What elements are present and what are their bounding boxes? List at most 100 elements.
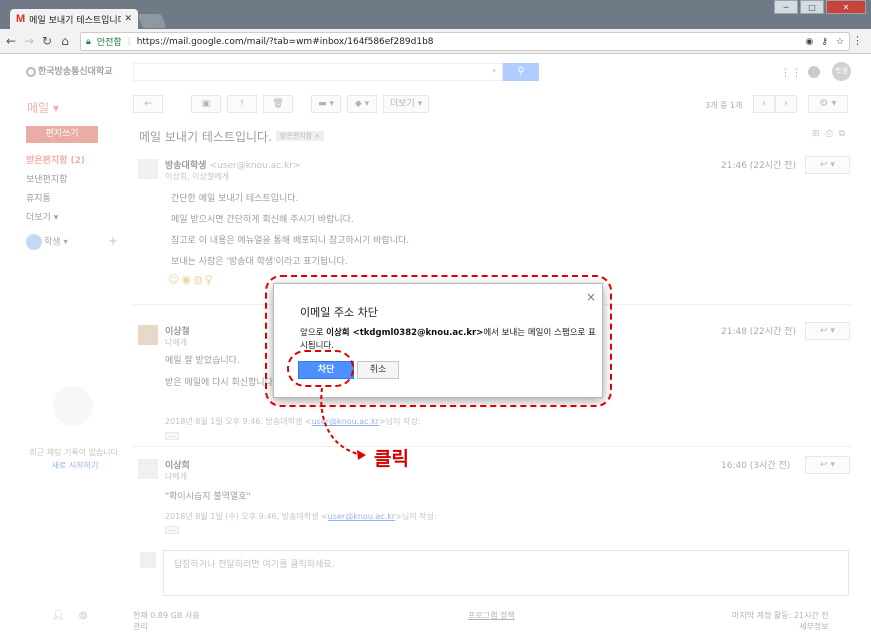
body-line: "확이시습지 불역열호" (165, 492, 251, 502)
new-tab-button[interactable] (137, 14, 167, 28)
maximize-icon[interactable]: □ (800, 0, 824, 14)
quote-email-link[interactable]: user@knou.ac.kr (328, 512, 395, 521)
forward-icon[interactable]: → (22, 34, 36, 48)
search-input[interactable]: ▾ (133, 63, 503, 81)
show-trimmed-button[interactable]: … (165, 526, 179, 534)
browser-menu-icon[interactable]: ⋮ (852, 34, 863, 47)
reply-placeholder: 답장하거나 전달하려면 여기를 클릭하세요. (174, 560, 335, 570)
avatar[interactable]: 학생 (832, 62, 851, 81)
quote-email-link[interactable]: user@knou.ac.kr (312, 417, 379, 426)
last-activity: 마지막 계정 활동: 21시간 전 세부정보 (732, 610, 829, 632)
delete-button[interactable]: 🗑︎ (263, 95, 293, 113)
tab-title: 메일 보내기 테스트입니다 (29, 15, 122, 26)
message-time: 16:40 (3시간 전) (721, 461, 791, 471)
more-button[interactable]: 더보기 ▾ (383, 95, 430, 113)
reply-button[interactable]: ↩ ▾ (805, 156, 850, 174)
reply-avatar (140, 552, 156, 568)
sidebar-item-sent[interactable]: 보낸편지함 (26, 171, 126, 190)
star-icon[interactable]: ☆ (836, 37, 844, 47)
sidebar-nav: 받은편지함 (2) 보낸편지함 휴지통 더보기 ▾ (26, 152, 126, 228)
back-to-inbox-button[interactable]: ← (133, 95, 163, 113)
hangouts-user[interactable]: 학생 ▾ + (26, 234, 118, 250)
reply-button[interactable]: ↩ ▾ (805, 456, 850, 474)
eye-icon[interactable]: ◉ (805, 37, 813, 47)
notification-icon[interactable] (808, 66, 820, 78)
search-button[interactable]: ⚲ (503, 63, 539, 81)
older-button[interactable]: › (775, 95, 797, 113)
url-divider: | (127, 36, 131, 47)
sender-name-text: 방송대학생 (165, 161, 207, 171)
add-chat-icon[interactable]: + (108, 234, 118, 248)
message-time: 21:46 (22시간 전) (721, 161, 796, 171)
user-avatar-icon (26, 234, 42, 250)
pager-text: 3개 중 1개 (705, 101, 743, 110)
apps-grid-icon[interactable]: ⋮⋮ (780, 66, 802, 79)
message-divider (133, 446, 851, 447)
university-logo: 한국방송통신대학교 (26, 64, 113, 77)
new-window-icon[interactable]: ⧉ (839, 129, 845, 139)
reload-icon[interactable]: ↻ (40, 34, 54, 48)
body-line: 간단한 메일 보내기 테스트입니다. (171, 194, 299, 204)
tab-close-icon[interactable]: ✕ (124, 14, 132, 24)
body-line: 메일 잘 받았습니다. (165, 356, 240, 366)
settings-gear-icon[interactable]: ⚙ ▾ (808, 95, 848, 113)
newer-button[interactable]: ‹ (753, 95, 775, 113)
footer-icons: 👤︎ ◍ (52, 610, 87, 621)
person-icon[interactable]: 👤︎ (52, 610, 65, 621)
archive-button[interactable]: ▣ (191, 95, 221, 113)
move-to-button[interactable]: ▬ ▾ (311, 95, 341, 113)
action-bar: ← ▣ ! 🗑︎ ▬ ▾ ◆ ▾ 더보기 ▾ (133, 95, 430, 113)
search-icon: ⚲ (517, 66, 525, 77)
expand-all-icon[interactable]: ⊞ (812, 129, 820, 139)
sender-avatar (138, 459, 158, 479)
home-icon[interactable]: ⌂ (58, 34, 72, 48)
lock-icon: 🔒︎ (86, 36, 91, 47)
program-policy-link[interactable]: 프로그램 정책 (468, 610, 515, 621)
browser-toolbar: ← → ↻ ⌂ 🔒︎ 안전함 | https://mail.google.com… (0, 29, 871, 54)
manage-link[interactable]: 관리 (133, 621, 200, 632)
labels-button[interactable]: ◆ ▾ (347, 95, 377, 113)
inbox-label-chip[interactable]: 받은편지함 × (276, 131, 325, 141)
key-icon[interactable]: ⚷ (821, 37, 828, 47)
recipients[interactable]: 나에게 (165, 337, 187, 348)
print-icon[interactable]: ⎙ (826, 129, 833, 139)
quote-suffix: >님이 작성: (395, 512, 437, 521)
storage-text: 현재 0.89 GB 사용 (133, 611, 200, 620)
sidebar-item-inbox[interactable]: 받은편지함 (2) (26, 152, 126, 171)
hangouts-icon[interactable]: ◍ (79, 610, 88, 621)
reply-button[interactable]: ↩ ▾ (805, 322, 850, 340)
address-bar[interactable]: 🔒︎ 안전함 | https://mail.google.com/mail/?t… (80, 32, 850, 51)
quote-prefix: 2018년 8월 1일 오후 9:46, 방송대학생 < (165, 417, 312, 426)
mail-menu[interactable]: 메일 ▾ (27, 99, 59, 116)
search-dropdown-icon[interactable]: ▾ (492, 67, 496, 75)
compose-button[interactable]: 편지쓰기 (26, 126, 98, 143)
pager-buttons: ‹ › (753, 95, 797, 113)
quote-suffix: >님이 작성: (379, 417, 421, 426)
gmail-header: 한국방송통신대학교 ▾ ⚲ ⋮⋮ 학생 (0, 54, 860, 90)
close-window-icon[interactable]: ✕ (826, 0, 866, 14)
sidebar-item-trash[interactable]: 휴지통 (26, 190, 126, 209)
label-chip-text: 받은편지함 (280, 132, 313, 140)
details-link[interactable]: 세부정보 (732, 621, 828, 632)
show-trimmed-button[interactable]: … (165, 432, 179, 440)
annotation-dialog-outline (265, 275, 612, 407)
report-spam-button[interactable]: ! (227, 95, 257, 113)
browser-tab[interactable]: M 메일 보내기 테스트입니다 ✕ (10, 9, 138, 29)
body-line: 참고로 이 내용은 메뉴얼을 통해 배포되니 참고하시기 바랍니다. (171, 236, 410, 246)
back-icon[interactable]: ← (4, 34, 18, 48)
gmail-logo-icon: M (16, 13, 26, 25)
secure-label: 안전함 (96, 38, 122, 48)
message-time: 21:48 (22시간 전) (721, 327, 796, 337)
reply-box[interactable]: 답장하거나 전달하려면 여기를 클릭하세요. (163, 550, 849, 596)
recipients[interactable]: 나에게 (165, 471, 187, 482)
minimize-icon[interactable]: ─ (774, 0, 798, 14)
address-bar-icons: ◉ ⚷ ☆ (805, 37, 844, 47)
sidebar-item-more[interactable]: 더보기 ▾ (26, 209, 126, 228)
recipients[interactable]: 이상희, 이상철에게 (165, 171, 229, 182)
email-subject: 메일 보내기 테스트입니다. (139, 130, 272, 144)
body-line: 메일 받으시면 간단하게 회신해 주시기 바랍니다. (171, 215, 354, 225)
sender-avatar (138, 159, 158, 179)
storage-usage: 현재 0.89 GB 사용 관리 (133, 610, 200, 632)
annotation-button-outline (287, 350, 354, 387)
chat-start-link[interactable]: 새로 시작하기 (25, 459, 125, 472)
